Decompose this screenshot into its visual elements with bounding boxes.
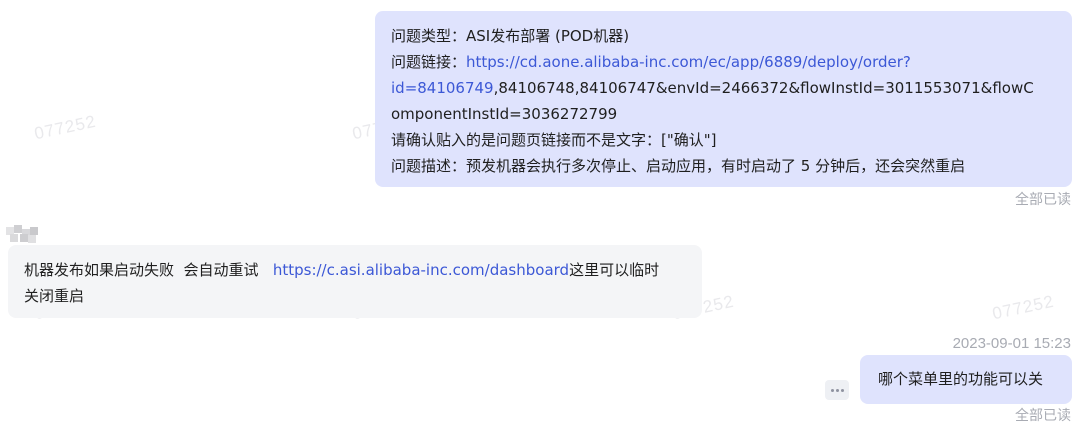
dot (840, 388, 844, 392)
confirm-line: 请确认贴入的是问题页链接而不是文字：["确认"] (391, 131, 717, 149)
watermark: 077252 (990, 291, 1056, 324)
incoming-message-line-1: 机器发布如果启动失败 会自动重试 https://c.asi.alibaba-i… (24, 257, 686, 283)
watermark: 077252 (32, 111, 98, 144)
issue-link-line-2: id=84106749,84106748,84106747&envId=2466… (391, 75, 1056, 101)
read-status: 全部已读 (1015, 407, 1071, 423)
issue-link-line: 问题链接：https://cd.aone.alibaba-inc.com/ec/… (391, 49, 1056, 75)
issue-link-rest: ,84106748,84106747&envId=2466372&flowIns… (493, 79, 1034, 97)
issue-description-line: 问题描述：预发机器会执行多次停止、启动应用，有时启动了 5 分钟后，还会突然重启 (391, 157, 966, 175)
issue-type-line: 问题类型：ASI发布部署 (POD机器) (391, 27, 630, 45)
incoming-text-after: 这里可以临时 (569, 261, 660, 279)
dot (835, 388, 839, 392)
incoming-message-bubble[interactable]: 机器发布如果启动失败 会自动重试 https://c.asi.alibaba-i… (8, 245, 702, 318)
outgoing-message-bubble[interactable]: 哪个菜单里的功能可以关 (860, 355, 1072, 404)
issue-link-url[interactable]: https://cd.aone.alibaba-inc.com/ec/app/6… (466, 53, 911, 71)
issue-link-line-3: omponentInstId=3036272799 (391, 105, 618, 123)
issue-link-label: 问题链接： (391, 53, 467, 71)
more-dots-icon[interactable] (825, 380, 849, 400)
dot (830, 388, 834, 392)
incoming-message-line-2: 关闭重启 (24, 287, 85, 305)
issue-link-url-cont[interactable]: id=84106749 (391, 79, 494, 97)
read-status: 全部已读 (1015, 191, 1071, 207)
outgoing-message-bubble[interactable]: 问题类型：ASI发布部署 (POD机器) 问题链接：https://cd.aon… (375, 11, 1072, 187)
message-timestamp: 2023-09-01 15:23 (952, 335, 1071, 352)
dashboard-link[interactable]: https://c.asi.alibaba-inc.com/dashboard (273, 261, 569, 279)
avatar[interactable] (6, 225, 38, 243)
outgoing-message-text: 哪个菜单里的功能可以关 (878, 370, 1044, 388)
incoming-text: 机器发布如果启动失败 会自动重试 (24, 261, 273, 279)
